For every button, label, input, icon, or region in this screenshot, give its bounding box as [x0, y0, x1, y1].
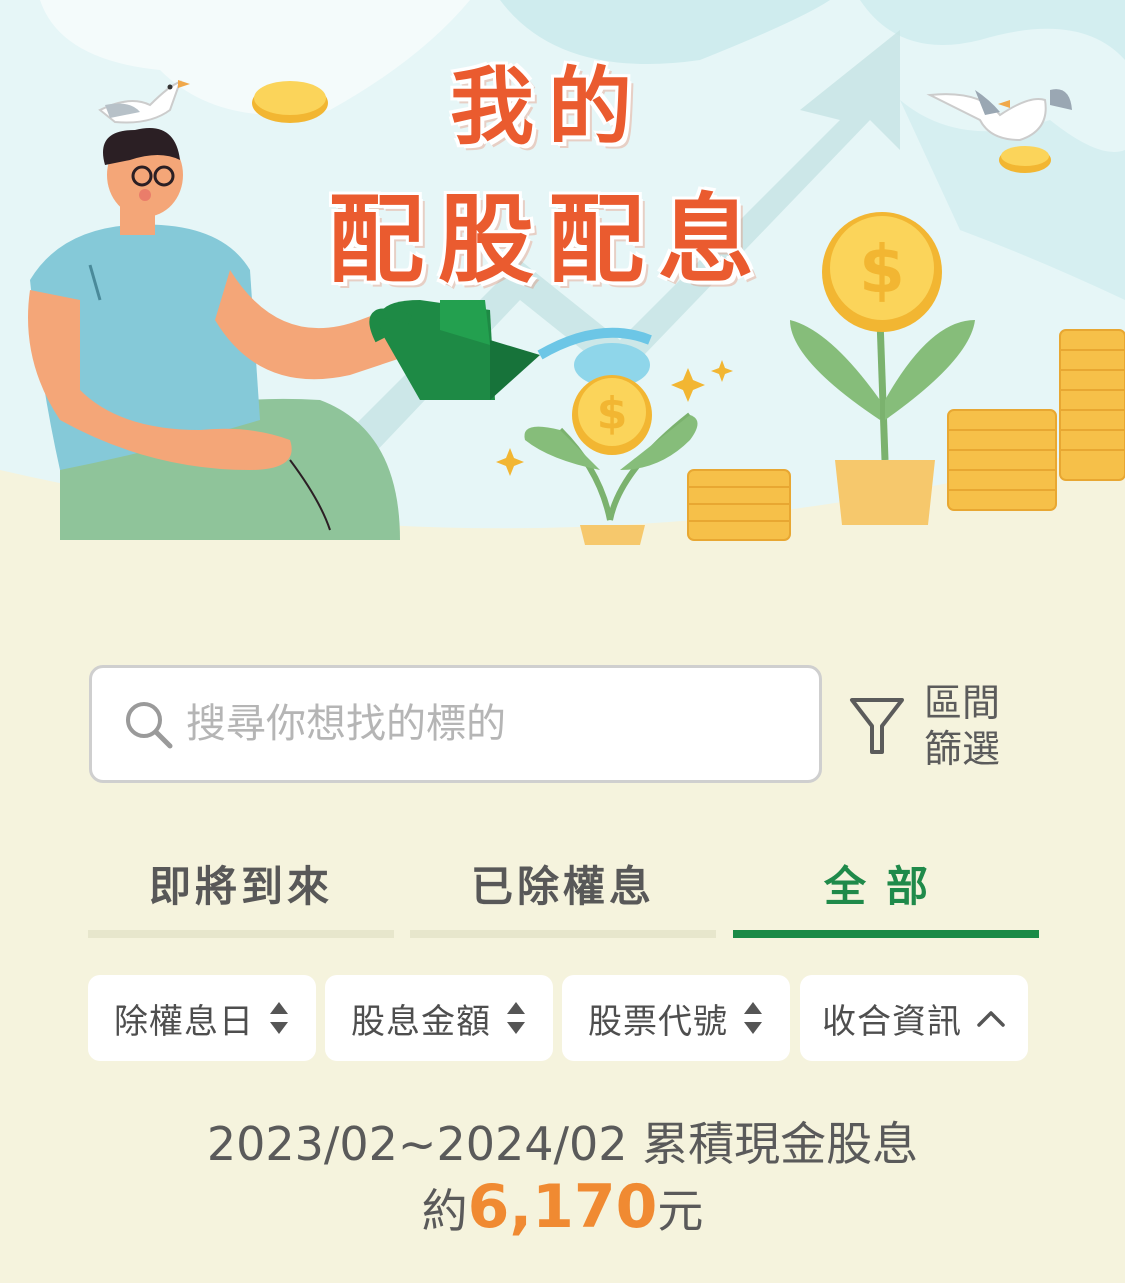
tab-ex-dividend-label: 已除權息: [470, 862, 655, 911]
tab-ex-dividend-underline: [410, 930, 716, 938]
sort-by-stock-code-label: 股票代號: [588, 1001, 728, 1042]
range-filter-label: 區間 篩選: [924, 680, 1020, 772]
tab-all-label: 全部: [823, 862, 948, 911]
hero-banner: $ $ 我的 配股配息: [0, 0, 1125, 600]
tab-upcoming[interactable]: 即將到來: [88, 835, 394, 938]
tab-upcoming-underline: [88, 930, 394, 938]
collapse-info-button[interactable]: 收合資訊: [800, 975, 1028, 1061]
sort-updown-icon: [270, 1002, 288, 1034]
sort-updown-icon: [744, 1002, 762, 1034]
amount-value: 6,170: [467, 1172, 658, 1242]
svg-text:$: $: [597, 388, 628, 439]
sort-by-stock-code-button[interactable]: 股票代號: [562, 975, 790, 1061]
dividend-summary-amount: 約6,170元: [0, 1172, 1125, 1242]
filter-funnel-icon: [850, 698, 904, 754]
tab-all[interactable]: 全部: [733, 835, 1039, 938]
page-title-line2: 配股配息: [328, 184, 768, 296]
search-box[interactable]: [89, 665, 822, 783]
search-input[interactable]: [184, 700, 788, 748]
tab-upcoming-label: 即將到來: [148, 862, 333, 911]
sort-by-dividend-amount-button[interactable]: 股息金額: [325, 975, 553, 1061]
sort-updown-icon: [507, 1002, 525, 1034]
page-title-line1: 我的: [450, 58, 647, 156]
range-filter-button[interactable]: 區間 篩選: [848, 676, 1028, 776]
tab-bar: 即將到來 已除權息 全部: [88, 835, 1039, 938]
svg-text:$: $: [859, 231, 905, 308]
search-icon: [126, 702, 173, 749]
sort-by-ex-date-label: 除權息日: [114, 1001, 254, 1042]
sort-by-ex-date-button[interactable]: 除權息日: [88, 975, 316, 1061]
amount-suffix: 元: [657, 1184, 704, 1238]
tab-ex-dividend[interactable]: 已除權息: [410, 835, 716, 938]
collapse-info-label: 收合資訊: [822, 1001, 962, 1042]
tab-all-underline: [733, 930, 1039, 938]
sort-by-dividend-amount-label: 股息金額: [351, 1001, 491, 1042]
chevron-up-icon: [977, 1011, 1005, 1027]
dividend-summary-range: 2023/02~2024/02 累積現金股息: [206, 1117, 919, 1171]
amount-prefix: 約: [421, 1184, 468, 1238]
range-filter-label-text: 區間 篩選: [924, 681, 1001, 771]
